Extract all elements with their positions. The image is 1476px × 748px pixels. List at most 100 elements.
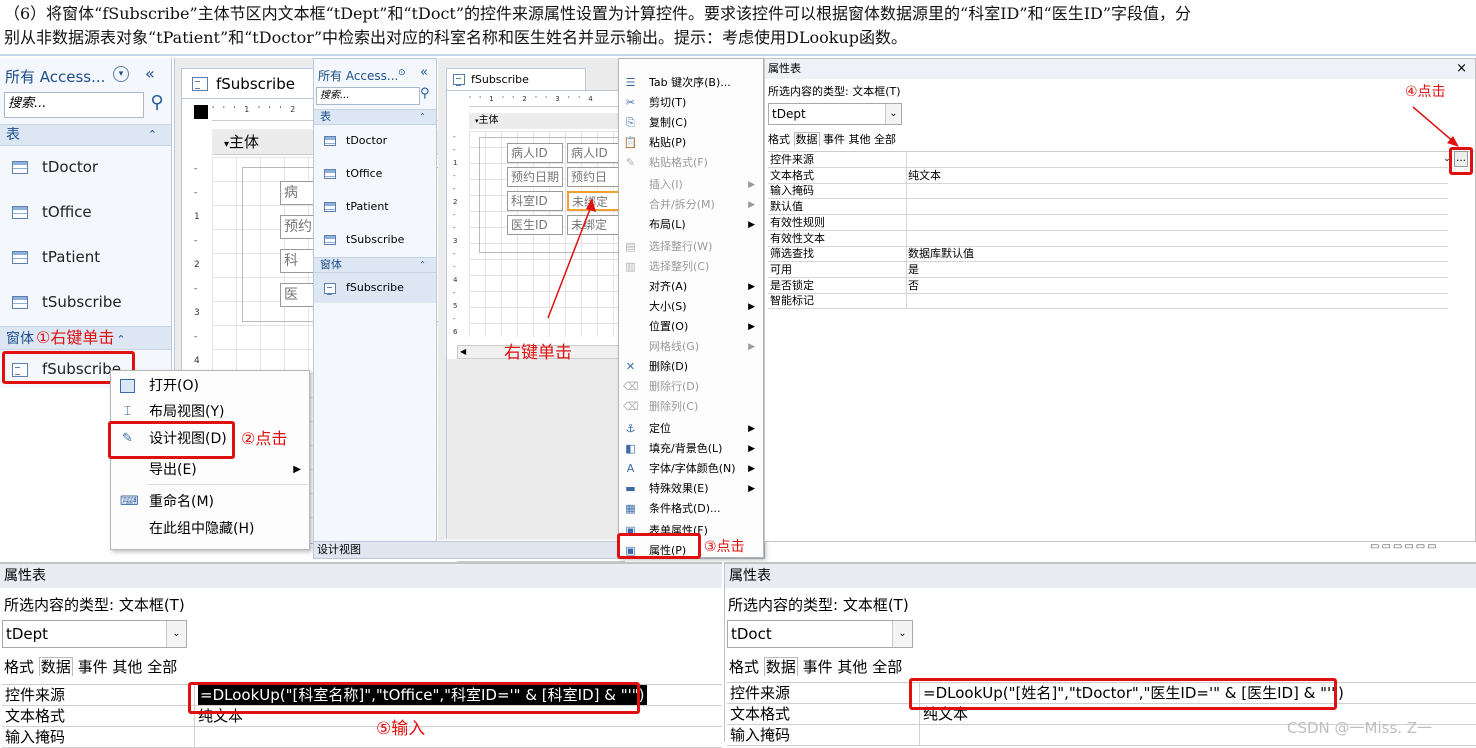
tab-event[interactable]: 事件 (823, 133, 845, 146)
tab-other[interactable]: 其他 (849, 133, 871, 146)
menu-item[interactable]: ⌫ 删除列(C) (619, 397, 763, 417)
collapse-icon[interactable]: ⌃ (419, 110, 426, 124)
tab-data[interactable]: 数据 (763, 657, 798, 676)
tab-format[interactable]: 格式 (4, 658, 34, 676)
search-icon[interactable]: ⚲ (420, 86, 430, 101)
nav-pane-title[interactable]: 所有 Access... (318, 67, 398, 84)
collapse-icon[interactable]: ⌃ (148, 125, 157, 145)
nav-item-fsubscribe[interactable]: fSubscribe (314, 273, 436, 303)
menu-item[interactable]: 布局(L) ▶ (619, 215, 763, 235)
tab-event[interactable]: 事件 (78, 658, 108, 676)
tab-format[interactable]: 格式 (768, 133, 790, 146)
chevron-down-icon[interactable]: ⌄ (892, 621, 912, 647)
property-row[interactable]: 输入掩码 (2, 727, 722, 748)
label-control[interactable]: 病人ID (507, 143, 563, 163)
menu-item-open[interactable]: 打开(O) (111, 375, 309, 397)
menu-item-layout-view[interactable]: ⌶ 布局视图(Y) (111, 401, 309, 423)
nav-item-tsubscribe[interactable]: tSubscribe (12, 293, 122, 311)
menu-item[interactable]: A 字体/字体颜色(N) ▶ (619, 459, 763, 479)
object-selector[interactable]: tDept ⌄ (2, 620, 187, 648)
menu-item[interactable]: 位置(O) ▶ (619, 317, 763, 337)
nav-item-tpatient[interactable]: tPatient (324, 200, 389, 213)
tab-other[interactable]: 其他 (112, 658, 142, 676)
label-control[interactable]: 预约日期 (507, 167, 563, 187)
menu-item[interactable]: ▤ 选择整行(W) (619, 237, 763, 257)
menu-item-rename[interactable]: ⌨ 重命名(M) (111, 491, 309, 513)
menu-item[interactable]: ⎘ 复制(C) (619, 113, 763, 133)
menu-item[interactable]: ⌫ 删除行(D) (619, 377, 763, 397)
property-value[interactable]: 纯文本 (908, 168, 941, 183)
textbox-control[interactable]: 预约日 (567, 167, 625, 187)
search-input[interactable]: 搜索... (4, 92, 144, 118)
property-row[interactable]: 文本格式 纯文本 (768, 167, 1448, 184)
menu-item[interactable]: ✎ 粘贴格式(F) (619, 153, 763, 173)
menu-item[interactable]: 合并/拆分(M) ▶ (619, 195, 763, 215)
collapse-pane-icon[interactable]: « (420, 65, 428, 80)
menu-item[interactable]: ▬ 特殊效果(E) ▶ (619, 479, 763, 499)
chevron-down-icon[interactable]: ▾ (113, 66, 129, 82)
menu-item[interactable]: 对齐(A) ▶ (619, 277, 763, 297)
menu-item[interactable]: ✕ 删除(D) (619, 357, 763, 377)
menu-item[interactable]: ▦ 条件格式(D)... (619, 499, 763, 519)
nav-item-tdoctor[interactable]: tDoctor (12, 158, 98, 176)
property-row[interactable]: 可用 是 (768, 261, 1448, 278)
property-row[interactable]: 控件来源 (768, 152, 1448, 168)
chevron-down-icon[interactable]: ⊙ (398, 68, 406, 78)
nav-item-tsubscribe[interactable]: tSubscribe (324, 233, 404, 246)
nav-item-fsubscribe[interactable]: fSubscribe (12, 360, 121, 378)
menu-item[interactable]: 插入(I) ▶ (619, 175, 763, 195)
property-value[interactable]: 否 (908, 278, 919, 293)
nav-group-tables[interactable]: 表 ⌃ (314, 109, 436, 125)
collapse-icon[interactable]: ⌃ (116, 333, 125, 346)
tab-data[interactable]: 数据 (793, 132, 820, 146)
nav-pane-title[interactable]: 所有 Access... (5, 66, 105, 87)
object-selector[interactable]: tDept ⌄ (768, 103, 902, 125)
form-selector[interactable] (194, 105, 208, 119)
tab-other[interactable]: 其他 (837, 658, 867, 676)
tab-all[interactable]: 全部 (147, 658, 177, 676)
property-row[interactable]: 有效性规则 (768, 214, 1448, 231)
search-input[interactable]: 搜索... (316, 87, 420, 105)
section-header-detail[interactable]: ▾主体 (469, 113, 625, 129)
menu-item[interactable]: ✂ 剪切(T) (619, 93, 763, 113)
menu-item[interactable]: ⚓ 定位 ▶ (619, 419, 763, 439)
search-icon[interactable]: ⚲ (146, 92, 168, 118)
tab-format[interactable]: 格式 (729, 658, 759, 676)
nav-item-tdoctor[interactable]: tDoctor (324, 134, 387, 147)
menu-item-hide-in-group[interactable]: 在此组中隐藏(H) (111, 518, 309, 540)
collapse-icon[interactable]: ⌃ (419, 258, 426, 272)
object-selector[interactable]: tDoct ⌄ (727, 620, 913, 648)
menu-item[interactable]: ☰ Tab 键次序(B)... (619, 73, 763, 93)
nav-group-forms[interactable]: 窗体 ①右键单击 ⌃ (0, 326, 171, 350)
menu-item-export[interactable]: 导出(E) ▶ (111, 459, 309, 481)
menu-item[interactable]: ◧ 填充/背景色(L) ▶ (619, 439, 763, 459)
nav-group-tables[interactable]: 表 ⌃ (0, 124, 171, 146)
collapse-pane-icon[interactable]: « (145, 64, 155, 83)
nav-group-forms[interactable]: 窗体 ⌃ (314, 257, 436, 273)
menu-item[interactable]: ▥ 选择整列(C) (619, 257, 763, 277)
nav-item-tpatient[interactable]: tPatient (12, 248, 100, 266)
property-row[interactable]: 输入掩码 (768, 183, 1448, 200)
property-row[interactable]: 默认值 (768, 199, 1448, 216)
property-row[interactable]: 筛选查找 数据库默认值 (768, 246, 1448, 263)
view-switcher[interactable]: ▭▭▭▭▭▭ (1370, 541, 1474, 557)
nav-item-toffice[interactable]: tOffice (324, 167, 382, 180)
property-row[interactable]: 是否锁定 否 (768, 277, 1448, 294)
tab-fsubscribe[interactable]: fSubscribe (181, 68, 329, 98)
tab-fsubscribe[interactable]: fSubscribe (446, 68, 586, 90)
chevron-down-icon[interactable]: ⌄ (885, 104, 901, 124)
tab-all[interactable]: 全部 (872, 658, 902, 676)
property-row[interactable]: 智能标记 (768, 293, 1448, 310)
tab-data[interactable]: 数据 (38, 657, 73, 676)
property-row[interactable]: 有效性文本 (768, 230, 1448, 247)
property-value[interactable]: 数据库默认值 (908, 246, 974, 261)
close-icon[interactable]: × (1456, 59, 1467, 79)
tab-event[interactable]: 事件 (803, 658, 833, 676)
menu-item[interactable]: 大小(S) ▶ (619, 297, 763, 317)
property-value[interactable]: 是 (908, 262, 919, 277)
textbox-control[interactable]: 病人ID (567, 143, 625, 163)
menu-item[interactable]: 📋 粘贴(P) (619, 133, 763, 153)
tab-all[interactable]: 全部 (874, 133, 896, 146)
chevron-down-icon[interactable]: ⌄ (166, 621, 186, 647)
menu-item[interactable]: 网格线(G) ▶ (619, 337, 763, 357)
